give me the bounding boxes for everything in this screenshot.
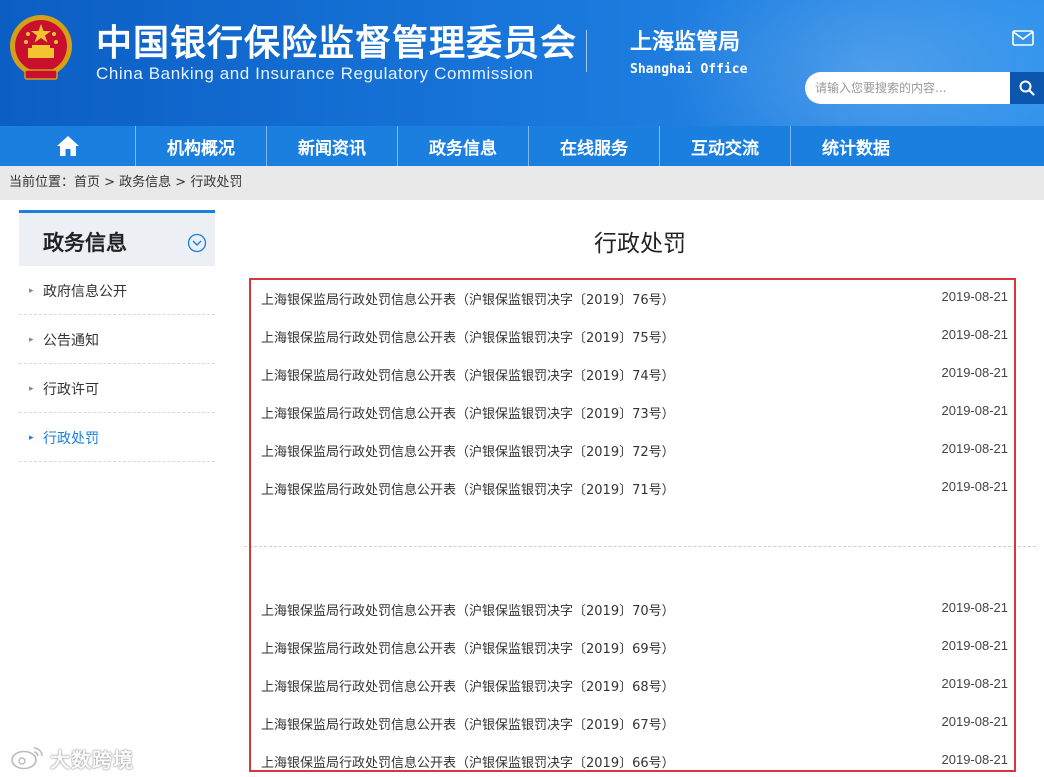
nav-item-news[interactable]: 新闻资讯 — [266, 126, 397, 166]
watermark: 大数跨境 — [10, 744, 134, 772]
office-name-cn: 上海监管局 — [630, 30, 741, 55]
search-input[interactable] — [805, 72, 1010, 104]
weibo-icon — [11, 747, 43, 770]
item-title[interactable]: 上海银保监局行政处罚信息公开表（沪银保监银罚决字〔2019〕76号） — [261, 289, 675, 308]
nav-item-statistics[interactable]: 统计数据 — [790, 126, 921, 166]
item-title[interactable]: 上海银保监局行政处罚信息公开表（沪银保监银罚决字〔2019〕74号） — [261, 365, 675, 384]
item-title[interactable]: 上海银保监局行政处罚信息公开表（沪银保监银罚决字〔2019〕69号） — [261, 638, 675, 657]
office-name-en: Shanghai Office — [630, 62, 748, 77]
item-title[interactable]: 上海银保监局行政处罚信息公开表（沪银保监银罚决字〔2019〕71号） — [261, 479, 675, 498]
arrow-right-icon: ▸ — [29, 286, 34, 296]
sidebar-item-gov-info-disclosure[interactable]: ▸ 政府信息公开 — [19, 266, 215, 315]
item-title[interactable]: 上海银保监局行政处罚信息公开表（沪银保监银罚决字〔2019〕72号） — [261, 441, 675, 460]
list-item[interactable]: 上海银保监局行政处罚信息公开表（沪银保监银罚决字〔2019〕75号） 2019-… — [249, 320, 1016, 348]
nav-item-gov-info[interactable]: 政务信息 — [397, 126, 528, 166]
page-title: 行政处罚 — [594, 231, 686, 257]
list-item[interactable]: 上海银保监局行政处罚信息公开表（沪银保监银罚决字〔2019〕71号） 2019-… — [249, 472, 1016, 500]
item-title[interactable]: 上海银保监局行政处罚信息公开表（沪银保监银罚决字〔2019〕68号） — [261, 676, 675, 695]
sidebar-item-label: 行政许可 — [43, 382, 99, 398]
sidebar-item-label: 行政处罚 — [43, 431, 99, 447]
item-date: 2019-08-21 — [941, 752, 1009, 767]
sidebar-item-admin-license[interactable]: ▸ 行政许可 — [19, 364, 215, 413]
search-icon — [1019, 80, 1035, 96]
list-item[interactable]: 上海银保监局行政处罚信息公开表（沪银保监银罚决字〔2019〕66号） 2019-… — [249, 745, 1016, 773]
list-item[interactable]: 上海银保监局行政处罚信息公开表（沪银保监银罚决字〔2019〕76号） 2019-… — [249, 282, 1016, 310]
sidebar-item-label: 政府信息公开 — [43, 284, 127, 300]
sidebar-item-label: 公告通知 — [43, 333, 99, 349]
site-title-en: China Banking and Insurance Regulatory C… — [96, 64, 534, 83]
arrow-right-icon: ▸ — [29, 384, 34, 394]
list-item[interactable]: 上海银保监局行政处罚信息公开表（沪银保监银罚决字〔2019〕68号） 2019-… — [249, 669, 1016, 697]
item-date: 2019-08-21 — [941, 365, 1009, 380]
list-item[interactable]: 上海银保监局行政处罚信息公开表（沪银保监银罚决字〔2019〕72号） 2019-… — [249, 434, 1016, 462]
item-title[interactable]: 上海银保监局行政处罚信息公开表（沪银保监银罚决字〔2019〕70号） — [261, 600, 675, 619]
list-item[interactable]: 上海银保监局行政处罚信息公开表（沪银保监银罚决字〔2019〕69号） 2019-… — [249, 631, 1016, 659]
list-item[interactable]: 上海银保监局行政处罚信息公开表（沪银保监银罚决字〔2019〕73号） 2019-… — [249, 396, 1016, 424]
item-date: 2019-08-21 — [941, 327, 1009, 342]
site-header: 中国银行保险监督管理委员会 China Banking and Insuranc… — [0, 0, 1044, 126]
breadcrumb[interactable]: 当前位置：首页 > 政务信息 > 行政处罚 — [0, 166, 1044, 200]
item-title[interactable]: 上海银保监局行政处罚信息公开表（沪银保监银罚决字〔2019〕67号） — [261, 714, 675, 733]
arrow-right-icon: ▸ — [29, 335, 34, 345]
list-item[interactable]: 上海银保监局行政处罚信息公开表（沪银保监银罚决字〔2019〕70号） 2019-… — [249, 593, 1016, 621]
list-divider — [244, 546, 1036, 547]
highlight-box — [249, 278, 1016, 772]
item-date: 2019-08-21 — [941, 676, 1009, 691]
sidebar-item-notices[interactable]: ▸ 公告通知 — [19, 315, 215, 364]
sidebar-item-admin-penalty[interactable]: ▸ 行政处罚 — [19, 413, 215, 462]
nav-item-online-service[interactable]: 在线服务 — [528, 126, 659, 166]
sidebar-title: 政务信息 — [43, 231, 127, 255]
arrow-right-icon: ▸ — [29, 433, 34, 443]
list-item[interactable]: 上海银保监局行政处罚信息公开表（沪银保监银罚决字〔2019〕67号） 2019-… — [249, 707, 1016, 735]
chevron-down-circle-icon[interactable] — [187, 233, 207, 253]
watermark-text: 大数跨境 — [50, 747, 134, 772]
item-date: 2019-08-21 — [941, 638, 1009, 653]
item-date: 2019-08-21 — [941, 289, 1009, 304]
header-divider — [586, 30, 587, 72]
main-nav: 机构概况 新闻资讯 政务信息 在线服务 互动交流 统计数据 — [0, 126, 1044, 166]
item-title[interactable]: 上海银保监局行政处罚信息公开表（沪银保监银罚决字〔2019〕73号） — [261, 403, 675, 422]
national-emblem-icon[interactable] — [8, 12, 74, 84]
mail-icon[interactable] — [1012, 30, 1034, 46]
sidebar-header: 政务信息 — [19, 210, 215, 266]
site-title-cn: 中国银行保险监督管理委员会 — [96, 23, 578, 64]
item-date: 2019-08-21 — [941, 479, 1009, 494]
nav-item-interaction[interactable]: 互动交流 — [659, 126, 790, 166]
search-button[interactable] — [1010, 72, 1044, 104]
item-date: 2019-08-21 — [941, 441, 1009, 456]
item-title[interactable]: 上海银保监局行政处罚信息公开表（沪银保监银罚决字〔2019〕66号） — [261, 752, 675, 771]
home-icon — [56, 136, 79, 156]
item-date: 2019-08-21 — [941, 714, 1009, 729]
item-title[interactable]: 上海银保监局行政处罚信息公开表（沪银保监银罚决字〔2019〕75号） — [261, 327, 675, 346]
item-date: 2019-08-21 — [941, 403, 1009, 418]
item-date: 2019-08-21 — [941, 600, 1009, 615]
nav-item-about[interactable]: 机构概况 — [135, 126, 266, 166]
nav-home[interactable] — [0, 126, 135, 166]
sidebar: 政务信息 ▸ 政府信息公开 ▸ 公告通知 ▸ 行政许可 ▸ 行政处罚 — [19, 210, 215, 462]
list-item[interactable]: 上海银保监局行政处罚信息公开表（沪银保监银罚决字〔2019〕74号） 2019-… — [249, 358, 1016, 386]
